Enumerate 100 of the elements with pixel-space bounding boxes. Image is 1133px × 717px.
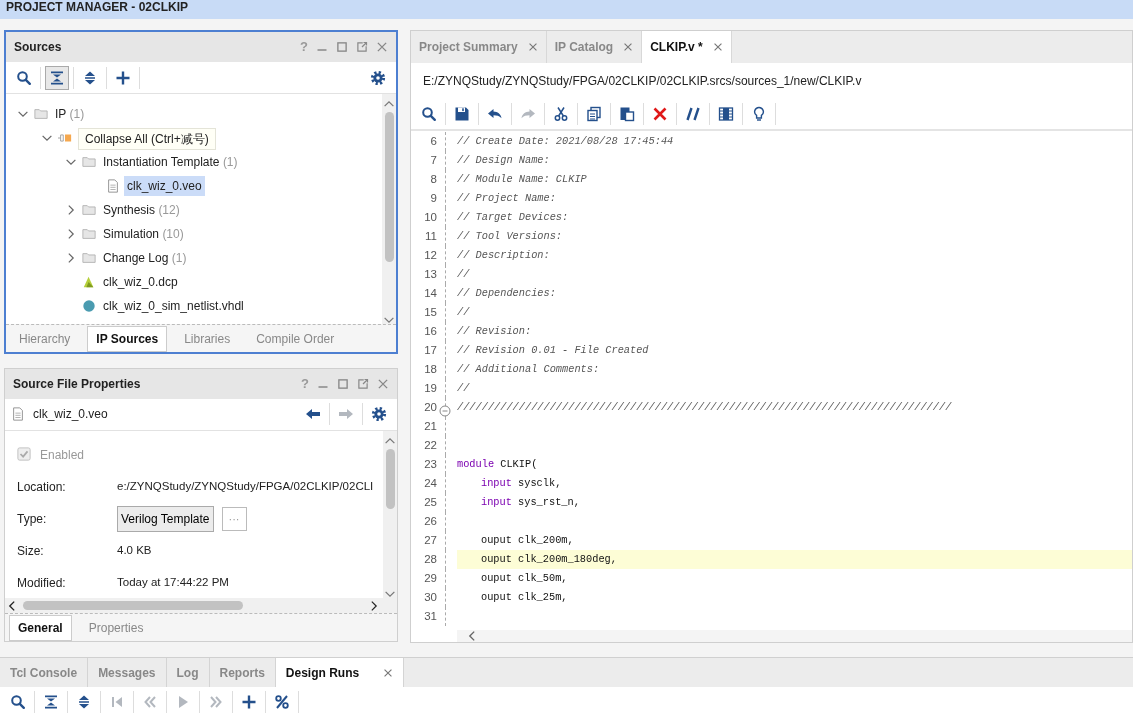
expand-all-icon (76, 694, 92, 710)
line-number: 30 (423, 589, 438, 605)
field-label: Size: (17, 542, 45, 560)
line-number: 28 (423, 551, 438, 567)
comment-line: // Dependencies: (457, 286, 557, 301)
comment-line: // Create Date: 2021/08/28 17:45:44 (457, 134, 675, 149)
field-label: Modified: (17, 574, 67, 592)
line-number: 17 (423, 342, 438, 358)
tab[interactable]: CLKIP.v * (642, 31, 732, 63)
comment-line: // Revision: (457, 324, 533, 339)
delete-icon (652, 106, 668, 122)
tree-item[interactable]: Instantiation Template (1) (100, 152, 241, 172)
circle-icon (82, 299, 96, 313)
tree-item[interactable]: clk_wiz_0_sim_netlist.vhdl (100, 296, 247, 316)
horizontal-scrollbar[interactable] (457, 630, 1132, 642)
panel-title: Sources (14, 39, 62, 56)
line-number: 18 (423, 361, 438, 377)
line-number: 9 (429, 190, 438, 206)
ip-core-icon (58, 131, 72, 145)
file-icon (11, 407, 25, 422)
add-icon (241, 694, 257, 710)
line-number: 20 (423, 399, 438, 415)
line-number: 27 (423, 532, 438, 548)
line-number: 14 (423, 285, 438, 301)
expand-all-icon (82, 69, 98, 86)
comment-line: // Description: (457, 248, 551, 263)
vertical-scrollbar[interactable] (383, 430, 397, 599)
tab[interactable]: IP Sources (87, 325, 168, 352)
tree-item[interactable]: clk_wiz_0.veo (124, 176, 205, 196)
file-path: E:/ZYNQStudy/ZYNQStudy/FPGA/02CLKIP/02CLKIP.srcs/sources_1/new/CLKIP.v (423, 73, 862, 90)
folder-icon (82, 251, 96, 265)
line-number: 31 (423, 608, 438, 624)
close-icon[interactable] (377, 377, 389, 390)
field-value: e:/ZYNQStudy/ZYNQStudy/FPGA/02CLKIP/02CLI (117, 479, 374, 495)
line-number: 8 (429, 171, 438, 187)
lightbulb-icon (751, 106, 767, 122)
comment-line: //////////////////////////////////////////////////////////////////////////////// (457, 400, 953, 415)
code-line: ouput clk_50m, (480, 571, 569, 586)
folder-icon (34, 107, 48, 121)
line-number: 21 (423, 418, 438, 434)
window-title: PROJECT MANAGER - 02CLKIP (6, 0, 189, 14)
comment-line: // (457, 305, 471, 320)
next-icon (208, 694, 224, 710)
close-icon[interactable] (383, 667, 394, 678)
search-icon (10, 694, 26, 710)
comment-line: // Tool Versions: (457, 229, 564, 244)
collapse-all-button[interactable] (45, 65, 69, 90)
code-line: input sysclk, (480, 476, 563, 491)
tree-item[interactable]: Change Log (1) (100, 248, 190, 268)
folder-icon (82, 227, 96, 241)
close-icon[interactable] (623, 42, 634, 52)
code-line: input sys_rst_n, (480, 495, 581, 510)
comment-line: // Revision 0.01 - File Created (457, 343, 650, 358)
close-icon[interactable] (376, 41, 388, 53)
tab[interactable]: Design Runs (275, 658, 405, 687)
collapse-all-icon (49, 69, 65, 86)
line-number: 6 (429, 133, 438, 149)
tree-item[interactable]: Synthesis (12) (100, 200, 183, 220)
line-number: 23 (423, 456, 438, 472)
close-icon[interactable] (527, 42, 538, 52)
folder-icon (82, 155, 96, 169)
gear-icon (370, 69, 386, 86)
float-icon[interactable] (357, 377, 369, 390)
tooltip: Collapse All (Ctrl+减号) (78, 128, 216, 150)
previous-icon (142, 694, 158, 710)
scroll-thumb[interactable] (23, 601, 243, 611)
comment-line: // Design Name: (457, 153, 551, 168)
scroll-thumb[interactable] (385, 448, 395, 509)
tab[interactable]: General (9, 614, 72, 641)
comment-line: // (457, 381, 471, 396)
float-icon[interactable] (356, 41, 368, 53)
folder-icon (82, 203, 96, 217)
file-icon (106, 179, 120, 193)
horizontal-scrollbar[interactable] (5, 598, 397, 614)
code-line: module CLKIP( (457, 457, 539, 472)
line-number: 10 (423, 209, 438, 225)
type-button[interactable]: Verilog Template (117, 505, 214, 532)
close-icon[interactable] (712, 42, 723, 52)
comment-line: // Target Devices: (457, 210, 570, 225)
code-line: ouput clk_25m, (480, 590, 569, 605)
tree-item[interactable]: IP (1) (52, 104, 88, 124)
gear-icon (371, 406, 387, 423)
code-line: ouput clk_200m, (480, 533, 575, 548)
field-label: Location: (17, 478, 67, 496)
comment-line: // Module Name: CLKIP (457, 172, 588, 187)
scroll-thumb[interactable] (384, 112, 394, 262)
save-icon (454, 106, 470, 122)
file-name: clk_wiz_0.veo (33, 406, 108, 424)
line-number: 24 (423, 475, 438, 491)
tree-item[interactable]: Simulation (10) (100, 224, 187, 244)
field-label: Type: (17, 510, 48, 528)
percent-icon (274, 694, 290, 710)
tree-item[interactable]: clk_wiz_0.dcp (100, 272, 181, 292)
comment-line: // Project Name: (457, 191, 557, 206)
comment-line: // (457, 267, 471, 282)
line-number: 19 (423, 380, 438, 396)
vertical-scrollbar[interactable] (382, 94, 396, 324)
line-number: 7 (429, 152, 438, 168)
columns-icon (718, 106, 734, 122)
copy-icon (586, 106, 602, 122)
